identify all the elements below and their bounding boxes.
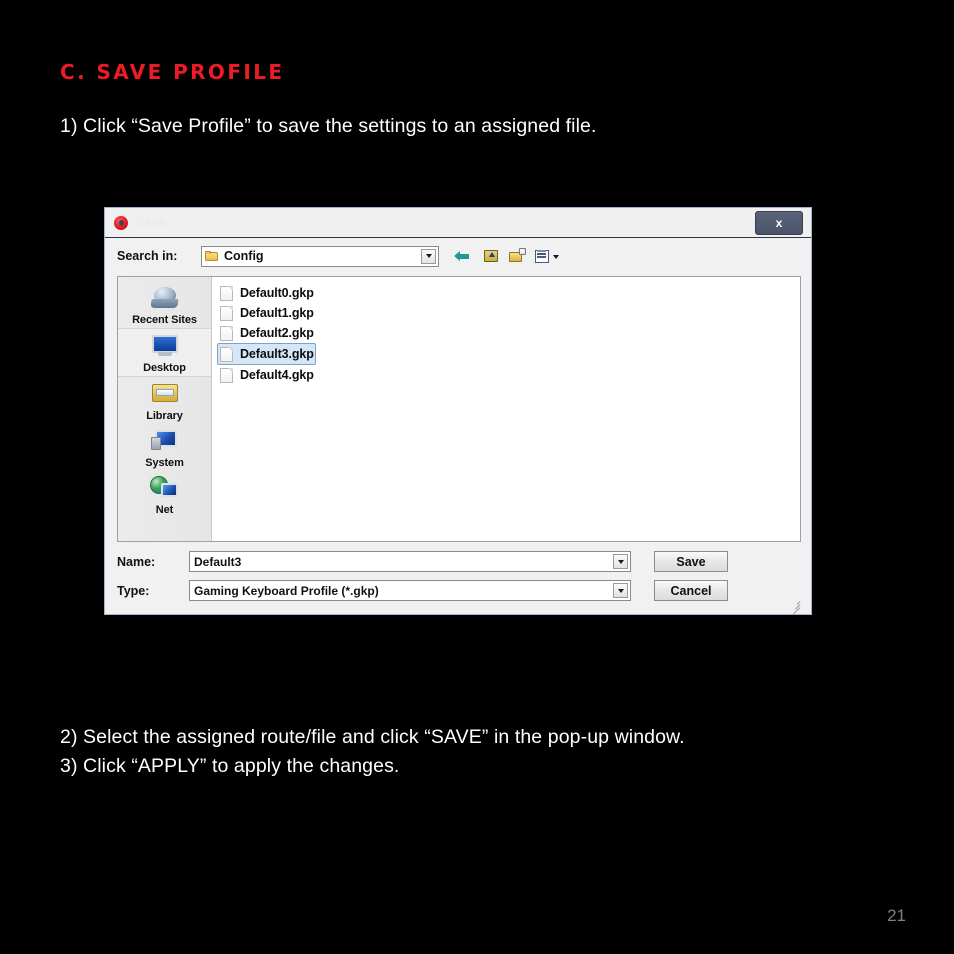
file-list[interactable]: Default0.gkp Default1.gkp Default2.gkp D… (212, 277, 800, 541)
file-icon (220, 325, 233, 341)
place-label: Net (155, 504, 174, 516)
dialog-body: Search in: Config Recent Sites Desktop L… (105, 238, 811, 615)
look-in-label: Search in: (117, 249, 178, 263)
look-in-value: Config (224, 249, 264, 263)
instruction-step-3: 3) Click “APPLY” to apply the changes. (60, 755, 400, 777)
app-logo-icon (114, 215, 128, 230)
library-icon (149, 380, 181, 408)
net-icon (149, 474, 181, 502)
look-in-row: Search in: Config (105, 238, 811, 274)
file-name: Default4.gkp (240, 368, 314, 382)
views-icon[interactable] (534, 248, 559, 265)
folder-icon (205, 250, 219, 262)
list-item[interactable]: Default2.gkp (217, 323, 316, 343)
new-folder-icon[interactable] (508, 247, 527, 265)
page-title: C. SAVE PROFILE (60, 60, 285, 84)
file-type-value: Gaming Keyboard Profile (*.gkp) (194, 583, 379, 598)
chevron-down-icon[interactable] (613, 583, 628, 598)
desktop-icon (149, 332, 181, 360)
place-system[interactable]: System (118, 424, 211, 471)
recent-sites-icon (149, 284, 181, 312)
file-name: Default1.gkp (240, 306, 314, 320)
list-item[interactable]: Default1.gkp (217, 303, 316, 323)
look-in-combobox[interactable]: Config (201, 245, 439, 267)
dialog-form: Name: Default3 Save Type: Gaming Keyboar… (117, 551, 801, 615)
list-item-selected[interactable]: Default3.gkp (217, 343, 316, 365)
place-label: Recent Sites (132, 314, 197, 326)
save-dialog: Save x Search in: Config Recent Sites De… (104, 207, 812, 615)
dialog-toolbar (454, 247, 559, 265)
type-row: Type: Gaming Keyboard Profile (*.gkp) Ca… (117, 580, 801, 601)
chevron-down-icon[interactable] (613, 554, 628, 569)
file-name: Default3.gkp (240, 347, 314, 361)
back-icon[interactable] (454, 248, 475, 265)
chevron-down-icon[interactable] (421, 248, 436, 264)
type-label: Type: (117, 583, 150, 598)
save-button[interactable]: Save (654, 551, 728, 572)
list-item[interactable]: Default0.gkp (217, 283, 316, 303)
file-browser: Recent Sites Desktop Library System Net (117, 276, 801, 542)
file-icon (220, 346, 233, 362)
file-name-input[interactable]: Default3 (189, 551, 631, 572)
name-label: Name: (117, 554, 156, 569)
file-icon (220, 367, 233, 383)
file-name-value: Default3 (194, 554, 242, 569)
resize-grip[interactable] (788, 598, 801, 615)
name-row: Name: Default3 Save (117, 551, 801, 572)
system-icon (149, 427, 181, 455)
file-name: Default0.gkp (240, 286, 314, 300)
list-item[interactable]: Default4.gkp (217, 365, 316, 385)
place-label: Desktop (143, 362, 186, 374)
place-recent-sites[interactable]: Recent Sites (118, 281, 211, 328)
file-name: Default2.gkp (240, 326, 314, 340)
dialog-title: Save (136, 215, 166, 230)
place-label: Library (146, 410, 183, 422)
place-label: System (145, 457, 184, 469)
up-one-level-icon[interactable] (482, 248, 501, 265)
instruction-step-1: 1) Click “Save Profile” to save the sett… (60, 115, 597, 137)
place-net[interactable]: Net (118, 471, 211, 518)
file-icon (220, 285, 233, 301)
dialog-titlebar: Save x (105, 208, 811, 238)
instruction-step-2: 2) Select the assigned route/file and cl… (60, 726, 685, 748)
place-desktop[interactable]: Desktop (118, 328, 211, 377)
place-library[interactable]: Library (118, 377, 211, 424)
file-type-select[interactable]: Gaming Keyboard Profile (*.gkp) (189, 580, 631, 601)
cancel-button[interactable]: Cancel (654, 580, 728, 601)
places-bar: Recent Sites Desktop Library System Net (118, 277, 212, 541)
close-icon[interactable]: x (755, 211, 803, 235)
file-icon (220, 305, 233, 321)
page-number: 21 (887, 906, 906, 925)
